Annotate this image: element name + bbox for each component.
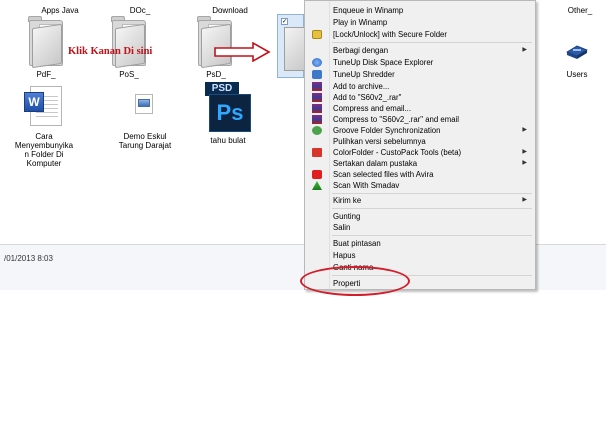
menu-item-pulihkan-versi[interactable]: Pulihkan versi sebelumnya	[305, 136, 535, 147]
status-date-text: /01/2013 8:03	[4, 254, 53, 263]
folder-label-download[interactable]: Download	[205, 6, 255, 15]
folder-label-apps-java[interactable]: Apps Java	[38, 6, 82, 15]
winrar-icon	[312, 82, 322, 91]
winrar-icon	[312, 115, 322, 124]
menu-item-tuneup-shredder[interactable]: TuneUp Shredder	[305, 69, 535, 80]
menu-item-buat-pintasan[interactable]: Buat pintasan	[305, 238, 535, 249]
folder-label-psd[interactable]: PsD_	[196, 70, 236, 79]
menu-item-gunting[interactable]: Gunting	[305, 211, 535, 222]
menu-separator	[332, 193, 532, 194]
menu-item-hapus[interactable]: Hapus	[305, 250, 535, 261]
menu-item-scan-smadav[interactable]: Scan With Smadav	[305, 180, 535, 191]
file-label-tahu-bulat[interactable]: tahu bulat	[198, 136, 258, 145]
winrar-icon	[312, 93, 322, 102]
groove-icon	[312, 126, 322, 135]
tuneup-disk-icon	[312, 58, 322, 67]
avira-icon	[312, 170, 322, 179]
menu-item-kirim-ke[interactable]: Kirim ke ▶	[305, 195, 535, 206]
video-file-icon[interactable]	[108, 82, 182, 132]
submenu-arrow-icon: ▶	[522, 47, 527, 53]
annotation-arrow-icon	[213, 41, 271, 67]
menu-item-berbagi-dengan[interactable]: Berbagi dengan ▶	[305, 45, 535, 56]
menu-item-play-winamp[interactable]: Play in Winamp	[305, 17, 535, 28]
menu-item-enqueue-winamp[interactable]: Enqueue in Winamp	[305, 5, 535, 16]
word-document-icon[interactable]: W	[24, 86, 64, 128]
folder-label-pdf[interactable]: PdF_	[26, 70, 66, 79]
colorfolder-icon	[312, 148, 322, 157]
submenu-arrow-icon: ▶	[522, 127, 527, 133]
menu-item-compress-email[interactable]: Compress and email...	[305, 103, 535, 114]
winrar-icon	[312, 104, 322, 113]
selected-folder-tile[interactable]: ✓	[277, 14, 306, 78]
properti-highlight-ellipse	[300, 266, 410, 296]
menu-item-secure-folder[interactable]: [Lock/Unlock] with Secure Folder	[305, 29, 535, 40]
folder-label-pos[interactable]: PoS_	[108, 70, 150, 79]
context-menu: Enqueue in Winamp Play in Winamp [Lock/U…	[304, 0, 536, 290]
menu-item-salin[interactable]: Salin	[305, 222, 535, 233]
file-label-demo-eskul[interactable]: Demo Eskul Tarung Darajat	[108, 132, 182, 150]
menu-item-sertakan-pustaka[interactable]: Sertakan dalam pustaka ▶	[305, 158, 535, 169]
shredder-icon	[312, 70, 322, 79]
folder-label-other[interactable]: Other_	[558, 6, 602, 15]
menu-item-colorfolder[interactable]: ColorFolder - CustoPack Tools (beta) ▶	[305, 147, 535, 158]
menu-separator	[332, 42, 532, 43]
submenu-arrow-icon: ▶	[522, 160, 527, 166]
selection-checkbox-icon[interactable]: ✓	[281, 18, 288, 25]
photoshop-icon: Ps	[209, 94, 251, 132]
menu-item-add-to-archive[interactable]: Add to archive...	[305, 81, 535, 92]
submenu-arrow-icon: ▶	[522, 197, 527, 203]
menu-separator	[332, 208, 532, 209]
annotation-text: Klik Kanan Di sini	[68, 46, 153, 57]
menu-item-scan-avira[interactable]: Scan selected files with Avira	[305, 169, 535, 180]
menu-item-compress-to-rar-email[interactable]: Compress to "S60v2_.rar" and email	[305, 114, 535, 125]
menu-item-add-to-rar[interactable]: Add to "S60v2_.rar"	[305, 92, 535, 103]
menu-item-groove-sync[interactable]: Groove Folder Synchronization ▶	[305, 125, 535, 136]
menu-separator	[332, 235, 532, 236]
submenu-arrow-icon: ▶	[522, 149, 527, 155]
users-icon[interactable]	[564, 40, 590, 62]
psd-file-icon[interactable]: PSD Ps	[205, 82, 251, 132]
file-label-cara[interactable]: Cara Menyembunyika n Folder Di Komputer	[10, 132, 78, 168]
folder-label-doc[interactable]: DOc_	[120, 6, 160, 15]
folder-label-users[interactable]: Users	[557, 70, 597, 79]
menu-item-tuneup-disk-space[interactable]: TuneUp Disk Space Explorer	[305, 57, 535, 68]
lock-icon	[312, 30, 322, 39]
smadav-icon	[312, 181, 322, 190]
